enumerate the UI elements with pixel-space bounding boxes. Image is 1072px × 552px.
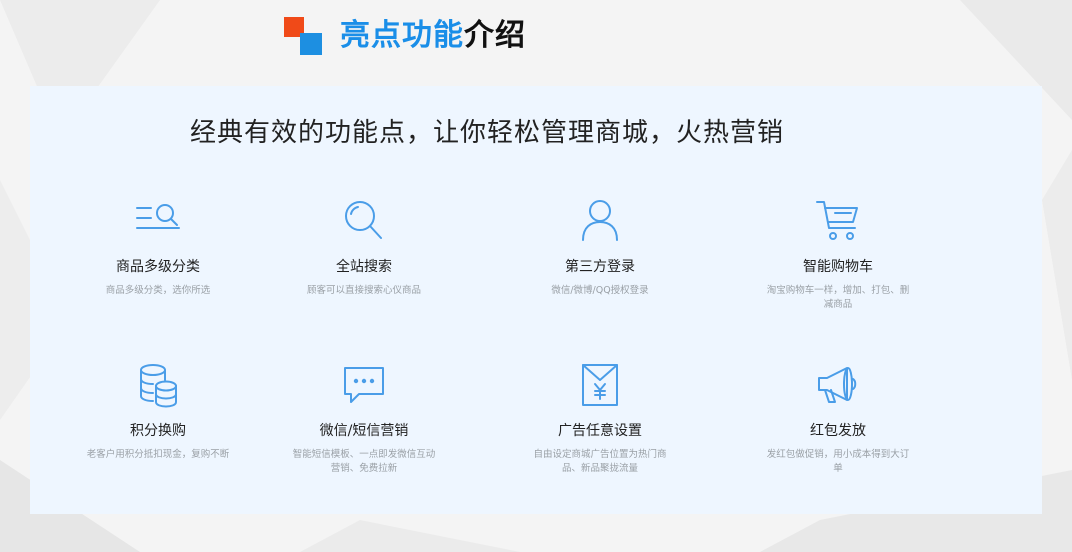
panel-subtitle: 经典有效的功能点，让你轻松管理商城，火热营销 [190, 118, 785, 148]
chat-bubble-icon [339, 360, 389, 410]
feature-desc: 发红包做促销，用小成本得到大订单 [766, 449, 910, 474]
feature-name: 第三方登录 [565, 259, 635, 275]
megaphone-icon [813, 360, 863, 410]
feature-desc: 商品多级分类，选你所选 [105, 285, 211, 296]
feature-ad-settings: 广告任意设置 自由设定商城广告位置为热门商品、新品聚拢流量 [500, 360, 700, 476]
feature-desc: 智能短信模板、一点即发微信互动营销、免费拉新 [292, 449, 436, 474]
page-title-rest: 介绍 [464, 18, 526, 53]
feature-name: 全站搜索 [336, 259, 392, 275]
brand-squares-icon [284, 17, 322, 55]
feature-points-exchange: 积分换购 老客户用积分抵扣现金，复购不断 [58, 360, 258, 462]
feature-name: 微信/短信营销 [319, 423, 409, 439]
feature-desc: 淘宝购物车一样，增加、打包、删减商品 [766, 285, 910, 310]
page-title: 亮点功能介绍 [340, 21, 526, 51]
feature-name: 广告任意设置 [558, 423, 642, 439]
search-icon [339, 196, 389, 246]
feature-name: 商品多级分类 [116, 259, 200, 275]
category-list-icon [133, 196, 183, 246]
ad-envelope-icon [575, 360, 625, 410]
shopping-cart-icon [813, 196, 863, 246]
feature-desc: 微信/微博/QQ授权登录 [551, 285, 649, 296]
feature-category: 商品多级分类 商品多级分类，选你所选 [58, 196, 258, 298]
feature-name: 智能购物车 [803, 259, 873, 275]
section-header: 亮点功能介绍 [284, 14, 526, 58]
coins-stack-icon [133, 360, 183, 410]
feature-desc: 顾客可以直接搜索心仪商品 [306, 285, 421, 296]
user-icon [575, 196, 625, 246]
feature-name: 红包发放 [810, 423, 866, 439]
page-title-highlight: 亮点功能 [340, 18, 464, 53]
feature-desc: 自由设定商城广告位置为热门商品、新品聚拢流量 [533, 449, 667, 474]
feature-wechat-sms-marketing: 微信/短信营销 智能短信模板、一点即发微信互动营销、免费拉新 [264, 360, 464, 476]
feature-desc: 老客户用积分抵扣现金，复购不断 [86, 449, 230, 460]
feature-third-party-login: 第三方登录 微信/微博/QQ授权登录 [500, 196, 700, 298]
feature-smart-cart: 智能购物车 淘宝购物车一样，增加、打包、删减商品 [738, 196, 938, 312]
feature-search: 全站搜索 顾客可以直接搜索心仪商品 [264, 196, 464, 298]
feature-red-packet: 红包发放 发红包做促销，用小成本得到大订单 [738, 360, 938, 476]
features-panel: 经典有效的功能点，让你轻松管理商城，火热营销 商品多级分类 商品多级分类，选你所… [30, 86, 1042, 514]
feature-name: 积分换购 [130, 423, 186, 439]
